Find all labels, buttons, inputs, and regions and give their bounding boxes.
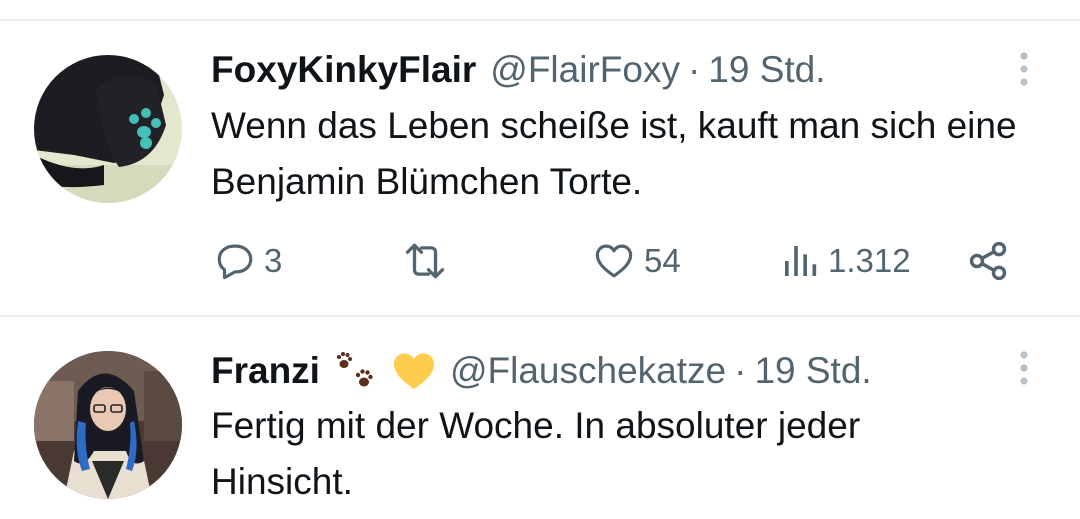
- timestamp[interactable]: 19 Std.: [708, 49, 825, 91]
- share-icon: [969, 241, 1007, 281]
- tweet-text: Wenn das Leben scheiße ist, kauft man si…: [211, 105, 1017, 202]
- vertical-dots-icon: [1020, 351, 1028, 385]
- display-name[interactable]: Franzi: [211, 350, 320, 392]
- more-options-button[interactable]: [1012, 349, 1036, 389]
- timestamp[interactable]: 19 Std.: [754, 350, 871, 392]
- vertical-dots-icon: [1020, 52, 1028, 86]
- display-name[interactable]: FoxyKinkyFlair: [211, 49, 476, 91]
- heart-icon: [595, 244, 633, 278]
- avatar-image: [34, 351, 182, 499]
- share-button[interactable]: [966, 236, 1010, 286]
- tweet-header: FoxyKinkyFlair @FlairFoxy · 19 Std.: [211, 45, 826, 95]
- avatar[interactable]: [34, 351, 182, 499]
- tweet-actions: 3 54 1.312: [0, 236, 1080, 286]
- yellow-heart-emoji: [392, 351, 436, 391]
- yellow-heart-icon: [393, 353, 434, 390]
- views-button[interactable]: 1.312: [780, 236, 911, 286]
- retweet-icon: [405, 243, 445, 279]
- separator-dot: ·: [687, 49, 701, 90]
- view-count: 1.312: [828, 242, 911, 279]
- tweet-card-2[interactable]: Franzi @Flauschekatze · 19 Std. Fertig m…: [0, 317, 1080, 519]
- paw-prints-emoji: [334, 350, 378, 392]
- tweet-header: Franzi @Flauschekatze · 19 Std.: [211, 346, 872, 396]
- like-count: 54: [644, 242, 681, 279]
- avatar[interactable]: [34, 55, 182, 203]
- user-handle[interactable]: @Flauschekatze: [450, 350, 726, 392]
- bar-chart-icon: [785, 246, 817, 276]
- reply-button[interactable]: 3: [214, 236, 282, 286]
- speech-bubble-icon: [217, 244, 253, 280]
- retweet-button[interactable]: [400, 236, 458, 286]
- avatar-image: [34, 55, 182, 203]
- paw-prints-icon: [336, 352, 373, 387]
- tweet-text: Fertig mit der Woche. In absoluter jeder…: [211, 405, 861, 502]
- more-options-button[interactable]: [1012, 50, 1036, 90]
- reply-count: 3: [264, 242, 283, 279]
- tweet-card-1[interactable]: FoxyKinkyFlair @FlairFoxy · 19 Std. Wenn…: [0, 0, 1080, 316]
- separator-dot: ·: [734, 350, 747, 391]
- user-handle[interactable]: @FlairFoxy: [490, 49, 680, 91]
- like-button[interactable]: 54: [592, 236, 681, 286]
